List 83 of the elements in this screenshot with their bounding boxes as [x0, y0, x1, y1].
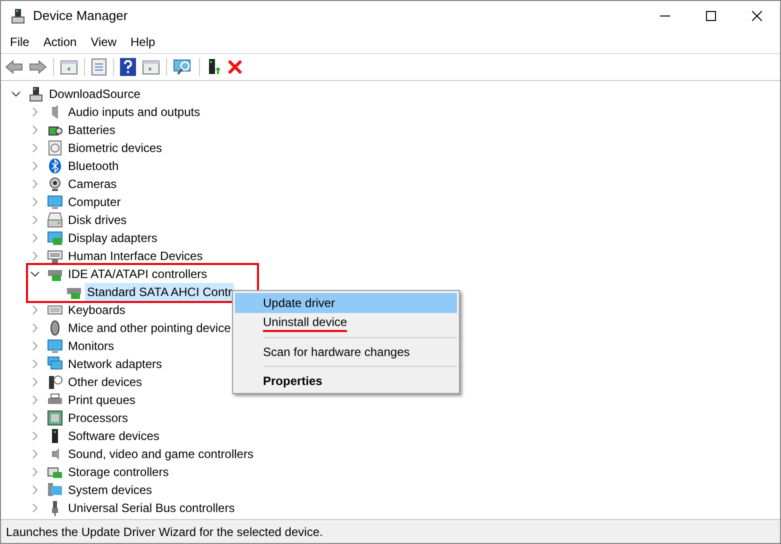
window-title: Device Manager: [33, 7, 128, 26]
expand-chevron-icon[interactable]: [30, 197, 40, 207]
back-arrow-icon[interactable]: [5, 60, 23, 74]
device-icon: [47, 158, 63, 174]
tree-item[interactable]: Universal Serial Bus controllers: [66, 499, 237, 517]
app-icon: [11, 8, 25, 24]
expand-chevron-icon[interactable]: [30, 161, 40, 171]
device-icon: [47, 338, 63, 354]
delete-icon[interactable]: [228, 60, 242, 74]
context-menu-item[interactable]: Uninstall device: [235, 313, 457, 333]
expand-chevron-icon[interactable]: [30, 305, 40, 315]
expand-chevron-icon[interactable]: [30, 125, 40, 135]
tree-item[interactable]: Keyboards: [66, 301, 128, 319]
tree-item[interactable]: Monitors: [66, 337, 116, 355]
expand-chevron-icon[interactable]: [30, 359, 40, 369]
expand-chevron-icon[interactable]: [30, 449, 40, 459]
expand-chevron-icon[interactable]: [30, 377, 40, 387]
collapse-chevron-icon[interactable]: [11, 89, 21, 99]
expand-chevron-icon[interactable]: [30, 503, 40, 513]
window-pane-icon[interactable]: [60, 59, 78, 75]
expand-chevron-icon[interactable]: [30, 323, 40, 333]
device-icon: [47, 374, 63, 390]
tree-item[interactable]: Batteries: [66, 121, 118, 139]
context-menu-item[interactable]: Update driver: [235, 293, 457, 313]
tree-item[interactable]: Print queues: [66, 391, 138, 409]
expand-chevron-icon[interactable]: [30, 431, 40, 441]
tree-item[interactable]: Mice and other pointing device: [66, 319, 233, 337]
expand-chevron-icon[interactable]: [30, 485, 40, 495]
menu-item[interactable]: View: [84, 31, 122, 53]
expand-chevron-icon[interactable]: [30, 251, 40, 261]
tree-item[interactable]: Audio inputs and outputs: [66, 103, 202, 121]
collapse-chevron-icon[interactable]: [30, 269, 40, 279]
tree-item[interactable]: Sound, video and game controllers: [66, 445, 256, 463]
tree-item[interactable]: Standard SATA AHCI Contr: [85, 283, 234, 301]
tree-item[interactable]: Biometric devices: [66, 139, 164, 157]
device-icon: [47, 410, 63, 426]
device-icon: [47, 482, 63, 498]
tree-item[interactable]: Storage controllers: [66, 463, 171, 481]
tree-item[interactable]: Display adapters: [66, 229, 160, 247]
close-icon[interactable]: [752, 11, 762, 21]
tree-item[interactable]: Software devices: [66, 427, 162, 445]
minimize-icon[interactable]: [660, 15, 670, 17]
device-icon: [47, 212, 63, 228]
tree-item[interactable]: Human Interface Devices: [66, 247, 205, 265]
window-pane-icon[interactable]: [142, 59, 160, 75]
tree-item[interactable]: DownloadSource: [47, 85, 142, 103]
expand-chevron-icon[interactable]: [30, 215, 40, 225]
tree-item[interactable]: Disk drives: [66, 211, 129, 229]
device-icon: [47, 140, 63, 156]
expand-chevron-icon[interactable]: [30, 341, 40, 351]
context-menu-item[interactable]: Properties: [235, 371, 457, 391]
expand-chevron-icon[interactable]: [30, 107, 40, 117]
device-update-icon[interactable]: [206, 58, 222, 76]
device-icon: [47, 230, 63, 246]
device-icon: [47, 194, 63, 210]
device-icon: [47, 356, 63, 372]
tree-item[interactable]: Processors: [66, 409, 130, 427]
expand-chevron-icon[interactable]: [30, 467, 40, 477]
tree-item[interactable]: Network adapters: [66, 355, 164, 373]
tree-item[interactable]: IDE ATA/ATAPI controllers: [66, 265, 210, 283]
tree-item[interactable]: Cameras: [66, 175, 119, 193]
context-menu-item[interactable]: Scan for hardware changes: [235, 342, 457, 362]
expand-chevron-icon[interactable]: [30, 413, 40, 423]
status-text: Launches the Update Driver Wizard for the selected device.: [6, 524, 323, 540]
maximize-icon[interactable]: [706, 11, 716, 21]
document-icon[interactable]: [91, 58, 107, 76]
tree-item[interactable]: System devices: [66, 481, 154, 499]
expand-chevron-icon[interactable]: [30, 179, 40, 189]
menu-item[interactable]: File: [4, 31, 36, 53]
menu-item[interactable]: Help: [124, 31, 162, 53]
menu-item[interactable]: Action: [37, 31, 83, 53]
device-icon: [47, 248, 63, 264]
tree-item[interactable]: Bluetooth: [66, 157, 121, 175]
expand-chevron-icon[interactable]: [30, 395, 40, 405]
forward-arrow-icon[interactable]: [29, 60, 47, 74]
monitor-scan-icon[interactable]: [173, 58, 193, 76]
device-icon: [28, 86, 44, 102]
expand-chevron-icon[interactable]: [30, 143, 40, 153]
expand-chevron-icon[interactable]: [30, 233, 40, 243]
tree-item[interactable]: Other devices: [66, 373, 144, 391]
device-icon: [47, 176, 63, 192]
help-icon[interactable]: [120, 58, 136, 76]
tree-item[interactable]: Computer: [66, 193, 123, 211]
